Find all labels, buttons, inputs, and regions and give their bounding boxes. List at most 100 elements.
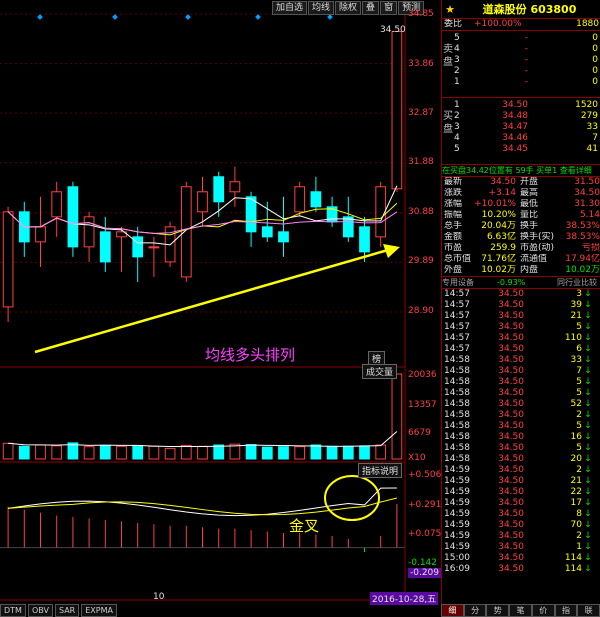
tick-row[interactable]: 14:59 34.50 8 ↓: [442, 509, 600, 520]
buy-info-line[interactable]: 在买盘34.42位置有 59手 买单1 查看详细: [442, 164, 600, 176]
tab-price[interactable]: 价: [531, 604, 555, 617]
tick-row[interactable]: 14:58 34.50 2 ↓: [442, 410, 600, 421]
industry-compare-link[interactable]: 同行业比较: [537, 277, 597, 288]
volume-bar: [245, 444, 257, 460]
buy-row[interactable]: 4 34.46 7: [454, 133, 600, 144]
tick-price: 34.50: [498, 509, 524, 519]
tick-row[interactable]: 14:58 34.50 5 ↓: [442, 388, 600, 399]
buy-row[interactable]: 1 34.50 1520: [454, 100, 600, 111]
tick-time: 14:58: [444, 443, 470, 453]
sell-row[interactable]: 5 - 0: [454, 33, 600, 44]
stat-label: 换手: [520, 221, 539, 231]
stat-label: 总手: [444, 221, 463, 231]
tab-trade[interactable]: 笔: [509, 604, 532, 617]
tick-row[interactable]: 14:59 34.50 2 ↓: [442, 531, 600, 542]
tick-volume: 21: [570, 311, 582, 321]
sell-row[interactable]: 4 - 0: [454, 44, 600, 55]
tab-trend[interactable]: 势: [486, 604, 510, 617]
down-arrow-icon: ↓: [584, 476, 592, 486]
volume-indicator-tag[interactable]: 成交量: [362, 364, 398, 379]
tick-row[interactable]: 14:58 34.50 5 ↓: [442, 443, 600, 454]
tab-sar[interactable]: SAR: [54, 604, 80, 617]
tick-price: 34.50: [498, 322, 524, 332]
sell-row[interactable]: 2 - 0: [454, 66, 600, 77]
buy-volume: 41: [586, 144, 598, 154]
tab-expma[interactable]: EXPMA: [81, 604, 117, 617]
tick-time: 14:58: [444, 355, 470, 365]
tick-time: 14:59: [444, 509, 470, 519]
buy-row[interactable]: 5 34.45 41: [454, 144, 600, 155]
tick-row[interactable]: 15:00 34.50 114 ↓: [442, 553, 600, 564]
tick-row[interactable]: 14:59 34.50 17 ↓: [442, 498, 600, 509]
down-arrow-icon: ↓: [584, 289, 592, 299]
tick-row[interactable]: 14:58 34.50 16 ↓: [442, 432, 600, 443]
buy-row[interactable]: 3 34.47 33: [454, 122, 600, 133]
tick-row[interactable]: 14:58 34.50 5 ↓: [442, 421, 600, 432]
sell-volume: 0: [592, 33, 598, 43]
candle: [261, 226, 273, 238]
indicator-help-tag[interactable]: 指标说明: [358, 463, 403, 478]
down-arrow-icon: ↓: [584, 553, 592, 563]
tick-row[interactable]: 14:57 34.50 6 ↓: [442, 344, 600, 355]
toolbar-overlay-button[interactable]: 叠: [362, 1, 380, 15]
volume-bar: [83, 446, 95, 460]
tick-row[interactable]: 14:59 34.50 2 ↓: [442, 465, 600, 476]
candle: [391, 31, 403, 190]
tick-row[interactable]: 14:58 34.50 33 ↓: [442, 355, 600, 366]
sell-row[interactable]: 1 - 0: [454, 77, 600, 88]
stat-row: 外盘 10.02万 内盘 10.02万: [442, 265, 600, 276]
tick-time: 14:57: [444, 311, 470, 321]
tick-row[interactable]: 14:57 34.50 21 ↓: [442, 311, 600, 322]
down-arrow-icon: ↓: [584, 520, 592, 530]
sell-level: 5: [454, 33, 460, 43]
sell-row[interactable]: 3 - 0: [454, 55, 600, 66]
toolbar-add-watchlist-button[interactable]: 加自选: [272, 1, 308, 15]
tick-row[interactable]: 14:57 34.50 110 ↓: [442, 333, 600, 344]
sell-price: -: [524, 55, 528, 65]
tab-minute[interactable]: 分: [463, 604, 487, 617]
candle: [2, 211, 14, 308]
tab-index[interactable]: 指: [554, 604, 578, 617]
stat-label: 最新: [444, 177, 463, 187]
star-icon[interactable]: ★: [442, 3, 458, 16]
toolbar-window-button[interactable]: 窗: [380, 1, 398, 15]
tick-row[interactable]: 14:59 34.50 21 ↓: [442, 476, 600, 487]
tab-obv[interactable]: OBV: [27, 604, 53, 617]
tick-row[interactable]: 14:58 34.50 5 ↓: [442, 377, 600, 388]
tick-time: 14:58: [444, 454, 470, 464]
stat-row: 总市值 71.76亿 流通值 17.94亿: [442, 254, 600, 265]
candle: [35, 226, 46, 243]
down-arrow-icon: ↓: [584, 542, 592, 552]
tab-link[interactable]: 联: [577, 604, 600, 617]
tab-detail[interactable]: 细: [441, 604, 464, 617]
tick-row[interactable]: 14:58 34.50 52 ↓: [442, 399, 600, 410]
buy-price: 34.45: [502, 144, 528, 154]
stat-row: 涨幅 +10.01% 最低 31.30: [442, 199, 600, 210]
stock-name: 道森股份 603800: [482, 3, 577, 16]
tick-row[interactable]: 14:59 34.50 1 ↓: [442, 542, 600, 553]
down-arrow-icon: ↓: [584, 564, 592, 574]
tick-time: 14:57: [444, 333, 470, 343]
buy-volume: 33: [586, 122, 598, 132]
tick-row[interactable]: 14:57 34.50 3 ↓: [442, 289, 600, 300]
tick-row[interactable]: 14:58 34.50 7 ↓: [442, 366, 600, 377]
tick-row[interactable]: 14:58 34.50 20 ↓: [442, 454, 600, 465]
tick-row[interactable]: 16:09 34.50 114 ↓: [442, 564, 600, 575]
buy-price: 34.50: [502, 100, 528, 110]
tick-row[interactable]: 14:59 34.50 22 ↓: [442, 487, 600, 498]
tick-row[interactable]: 14:57 34.50 5 ↓: [442, 322, 600, 333]
volume-bar: [2, 442, 14, 460]
price-axis-label: 28.90: [408, 306, 434, 316]
candle: [359, 226, 370, 253]
tick-list[interactable]: 14:57 34.50 3 ↓ 14:57 34.50 39 ↓ 14:57 34.50 21 ↓ 14…: [442, 288, 600, 575]
marker-diamond-icon: [327, 14, 333, 20]
tick-price: 34.50: [498, 465, 524, 475]
buy-row[interactable]: 2 34.48 279: [454, 111, 600, 122]
tab-dtm[interactable]: DTM: [0, 604, 26, 617]
tick-row[interactable]: 14:57 34.50 39 ↓: [442, 300, 600, 311]
buy-level: 2: [454, 111, 460, 121]
tick-volume: 5: [576, 388, 582, 398]
tick-row[interactable]: 14:59 34.50 70 ↓: [442, 520, 600, 531]
toolbar-ma-button[interactable]: 均线: [308, 1, 335, 15]
toolbar-exright-button[interactable]: 除权: [335, 1, 362, 15]
